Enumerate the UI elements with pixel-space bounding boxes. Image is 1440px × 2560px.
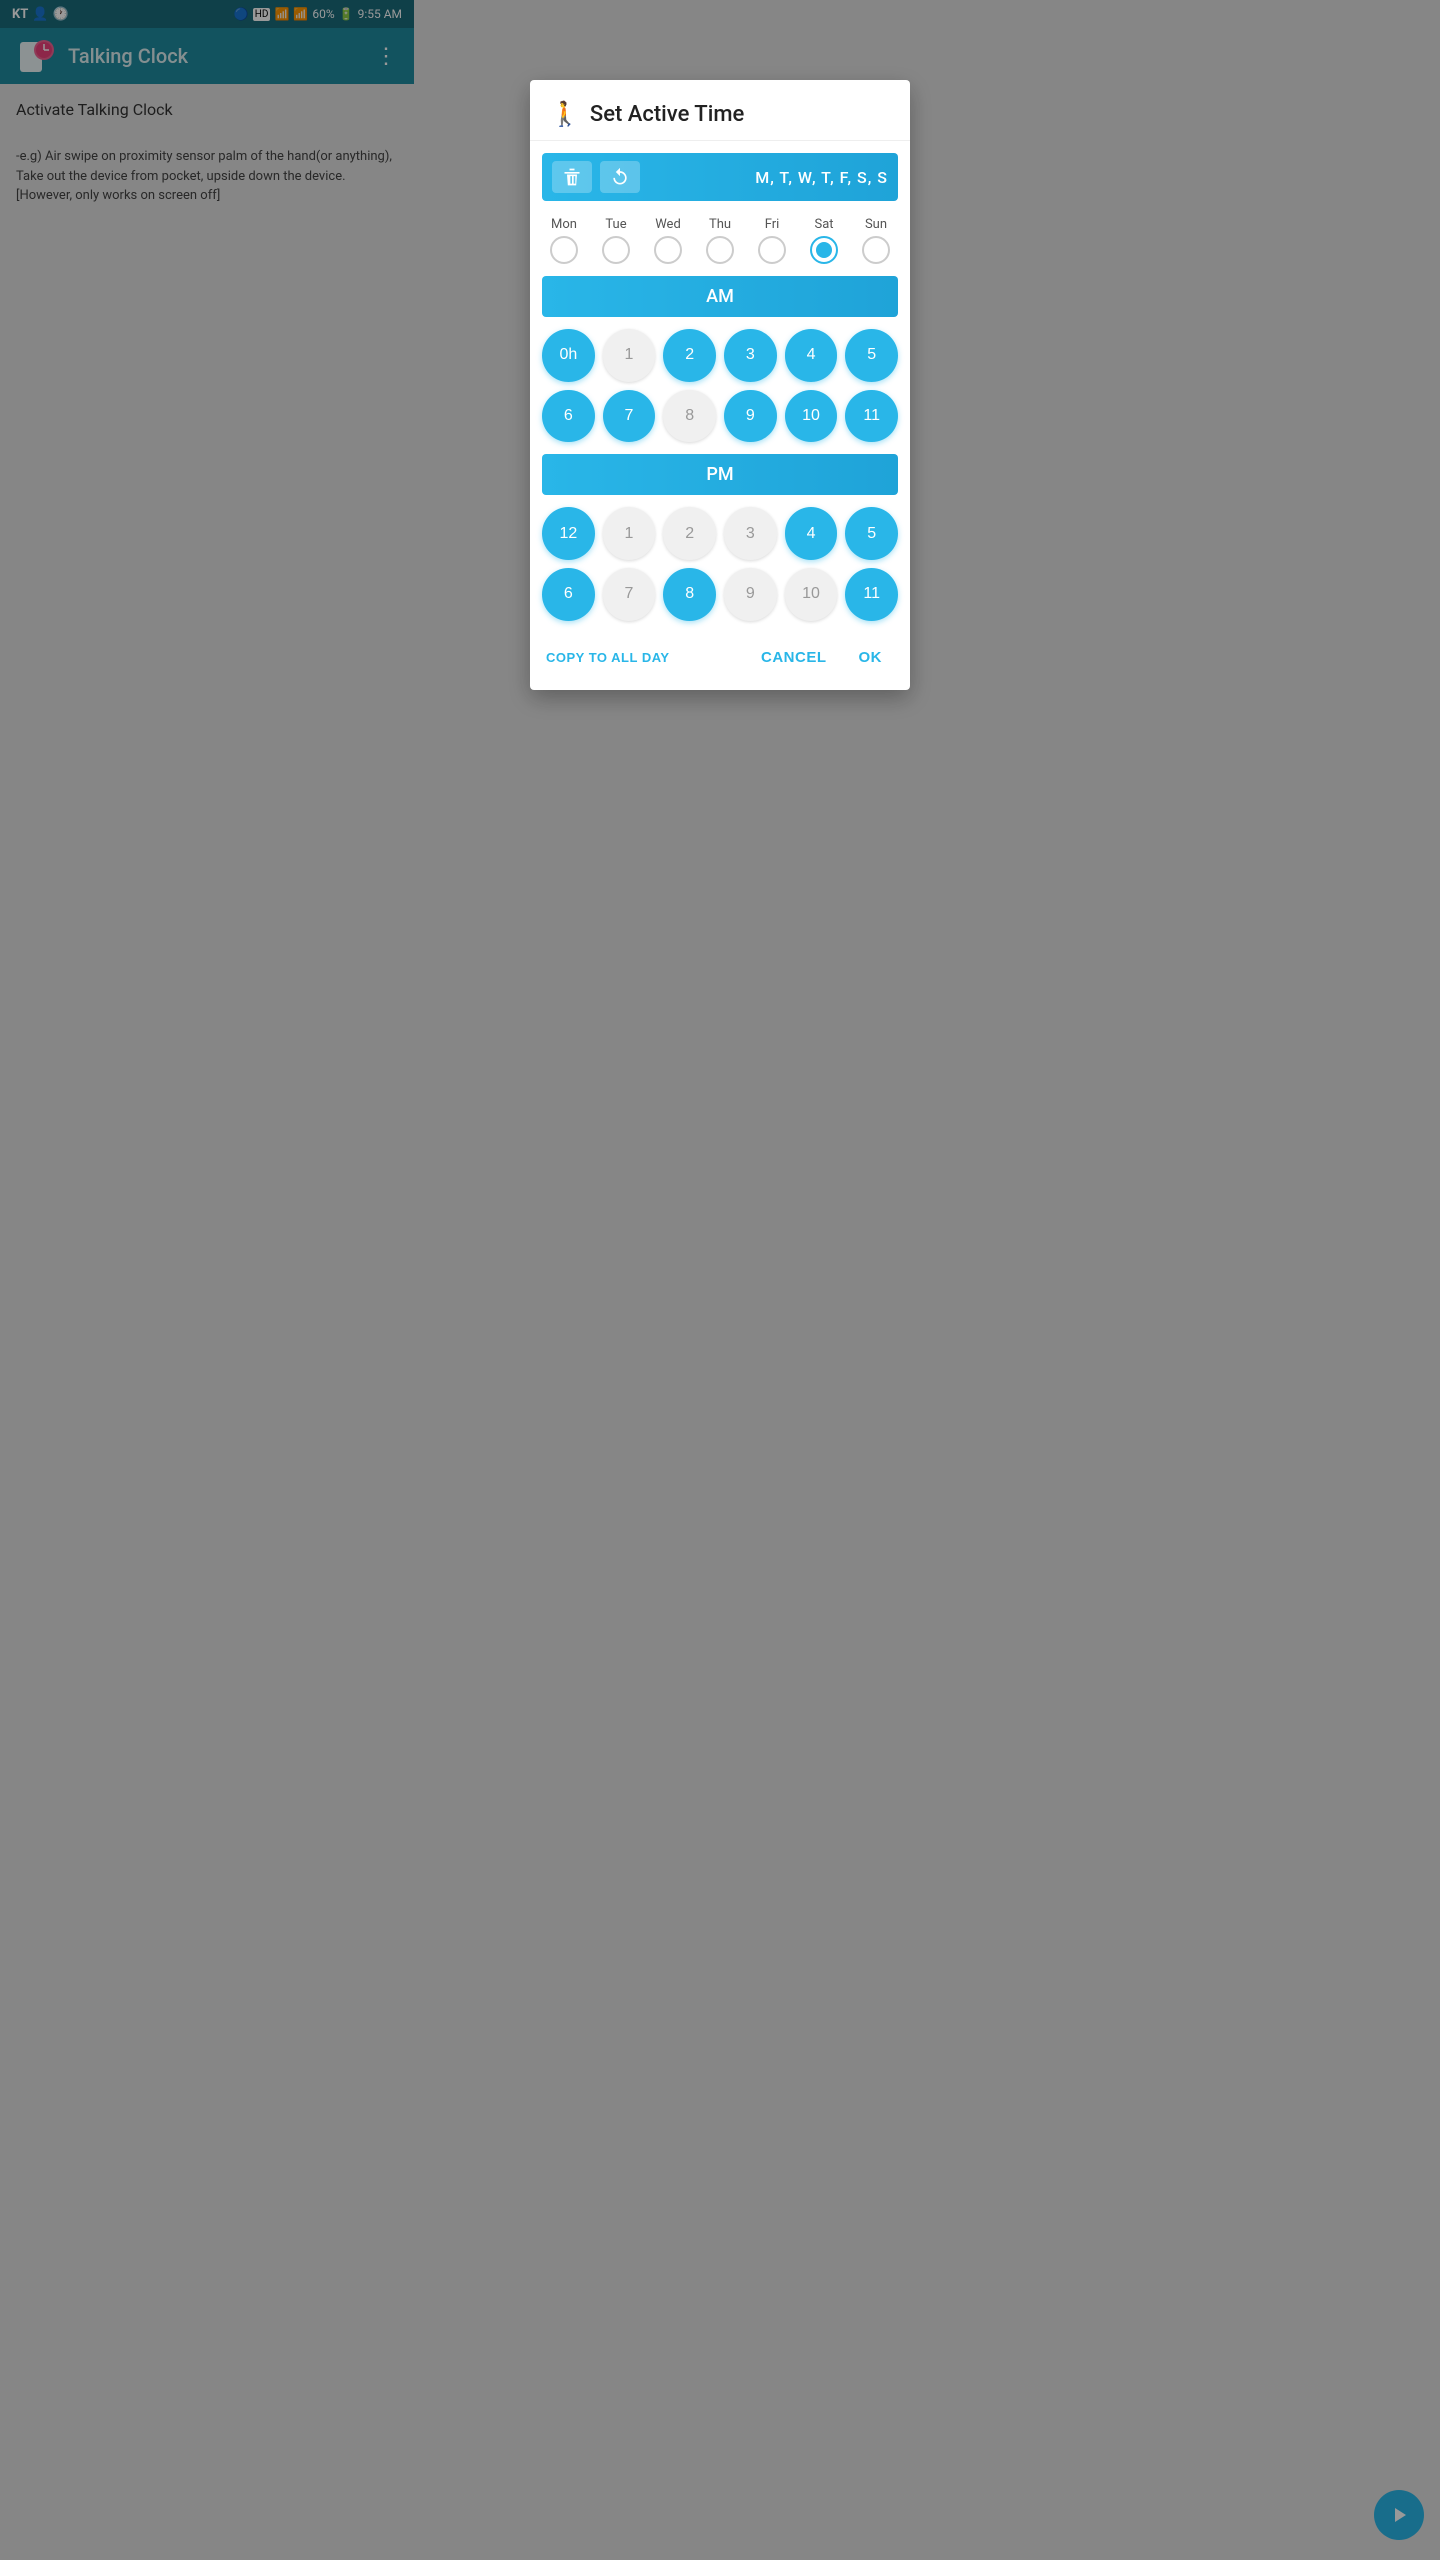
days-label: M, T, W, T, F, S, S	[648, 168, 888, 187]
day-selectors: Mon Tue Wed Thu Fri	[530, 213, 910, 276]
dialog-actions: COPY TO ALL DAY CANCEL OK	[530, 633, 910, 690]
day-label-mon: Mon	[551, 217, 577, 232]
pm-hour-2-2[interactable]: 2	[663, 507, 716, 560]
pm-hour-11-11[interactable]: 11	[845, 568, 898, 621]
dialog-overlay: 🚶 Set Active Time M, T, W, T, F, S, S Mo…	[0, 0, 1440, 2560]
dialog-title: Set Active Time	[590, 102, 744, 127]
day-item-fri: Fri	[758, 217, 786, 264]
day-label-thu: Thu	[709, 217, 731, 232]
pm-hour-9-9[interactable]: 9	[724, 568, 777, 621]
pm-header: PM	[542, 454, 898, 495]
day-item-tue: Tue	[602, 217, 630, 264]
pm-hour-7-7[interactable]: 7	[603, 568, 656, 621]
day-radio-wed[interactable]	[654, 236, 682, 264]
day-item-sat: Sat	[810, 217, 838, 264]
day-item-wed: Wed	[654, 217, 682, 264]
pm-hour-1-1[interactable]: 1	[603, 507, 656, 560]
am-hour-6[interactable]: 6	[542, 390, 595, 443]
pm-hour-8-8[interactable]: 8	[663, 568, 716, 621]
walk-icon: 🚶	[550, 100, 580, 128]
am-hour-4[interactable]: 4	[785, 329, 838, 382]
day-item-sun: Sun	[862, 217, 890, 264]
cancel-button[interactable]: CANCEL	[749, 641, 839, 674]
day-label-wed: Wed	[655, 217, 681, 232]
am-hour-9[interactable]: 9	[724, 390, 777, 443]
set-active-time-dialog: 🚶 Set Active Time M, T, W, T, F, S, S Mo…	[530, 80, 910, 690]
pm-hour-5-5[interactable]: 5	[845, 507, 898, 560]
day-radio-fri[interactable]	[758, 236, 786, 264]
day-label-sun: Sun	[865, 217, 887, 232]
copy-to-all-day-button[interactable]: COPY TO ALL DAY	[546, 650, 741, 665]
day-radio-sun[interactable]	[862, 236, 890, 264]
am-hour-0h[interactable]: 0h	[542, 329, 595, 382]
am-hour-5[interactable]: 5	[845, 329, 898, 382]
day-item-thu: Thu	[706, 217, 734, 264]
day-radio-thu[interactable]	[706, 236, 734, 264]
ok-button[interactable]: OK	[847, 641, 895, 674]
am-header: AM	[542, 276, 898, 317]
pm-hour-grid: 121234567891011	[530, 507, 910, 632]
days-bar: M, T, W, T, F, S, S	[542, 153, 898, 201]
am-hour-7[interactable]: 7	[603, 390, 656, 443]
am-hour-1[interactable]: 1	[603, 329, 656, 382]
am-hour-10[interactable]: 10	[785, 390, 838, 443]
day-radio-sat[interactable]	[810, 236, 838, 264]
pm-hour-3-3[interactable]: 3	[724, 507, 777, 560]
am-hour-8[interactable]: 8	[663, 390, 716, 443]
pm-hour-4-4[interactable]: 4	[785, 507, 838, 560]
am-hour-2[interactable]: 2	[663, 329, 716, 382]
pm-hour-12-0[interactable]: 12	[542, 507, 595, 560]
day-label-tue: Tue	[605, 217, 626, 232]
am-hour-11[interactable]: 11	[845, 390, 898, 443]
reset-button[interactable]	[600, 161, 640, 193]
dialog-header: 🚶 Set Active Time	[530, 80, 910, 141]
day-item-mon: Mon	[550, 217, 578, 264]
am-hour-grid: 0h12345 67891011	[530, 329, 910, 454]
day-radio-mon[interactable]	[550, 236, 578, 264]
day-radio-tue[interactable]	[602, 236, 630, 264]
day-label-fri: Fri	[765, 217, 780, 232]
am-hour-3[interactable]: 3	[724, 329, 777, 382]
pm-hour-10-10[interactable]: 10	[785, 568, 838, 621]
delete-button[interactable]	[552, 161, 592, 193]
pm-hour-6-6[interactable]: 6	[542, 568, 595, 621]
day-label-sat: Sat	[814, 217, 833, 232]
